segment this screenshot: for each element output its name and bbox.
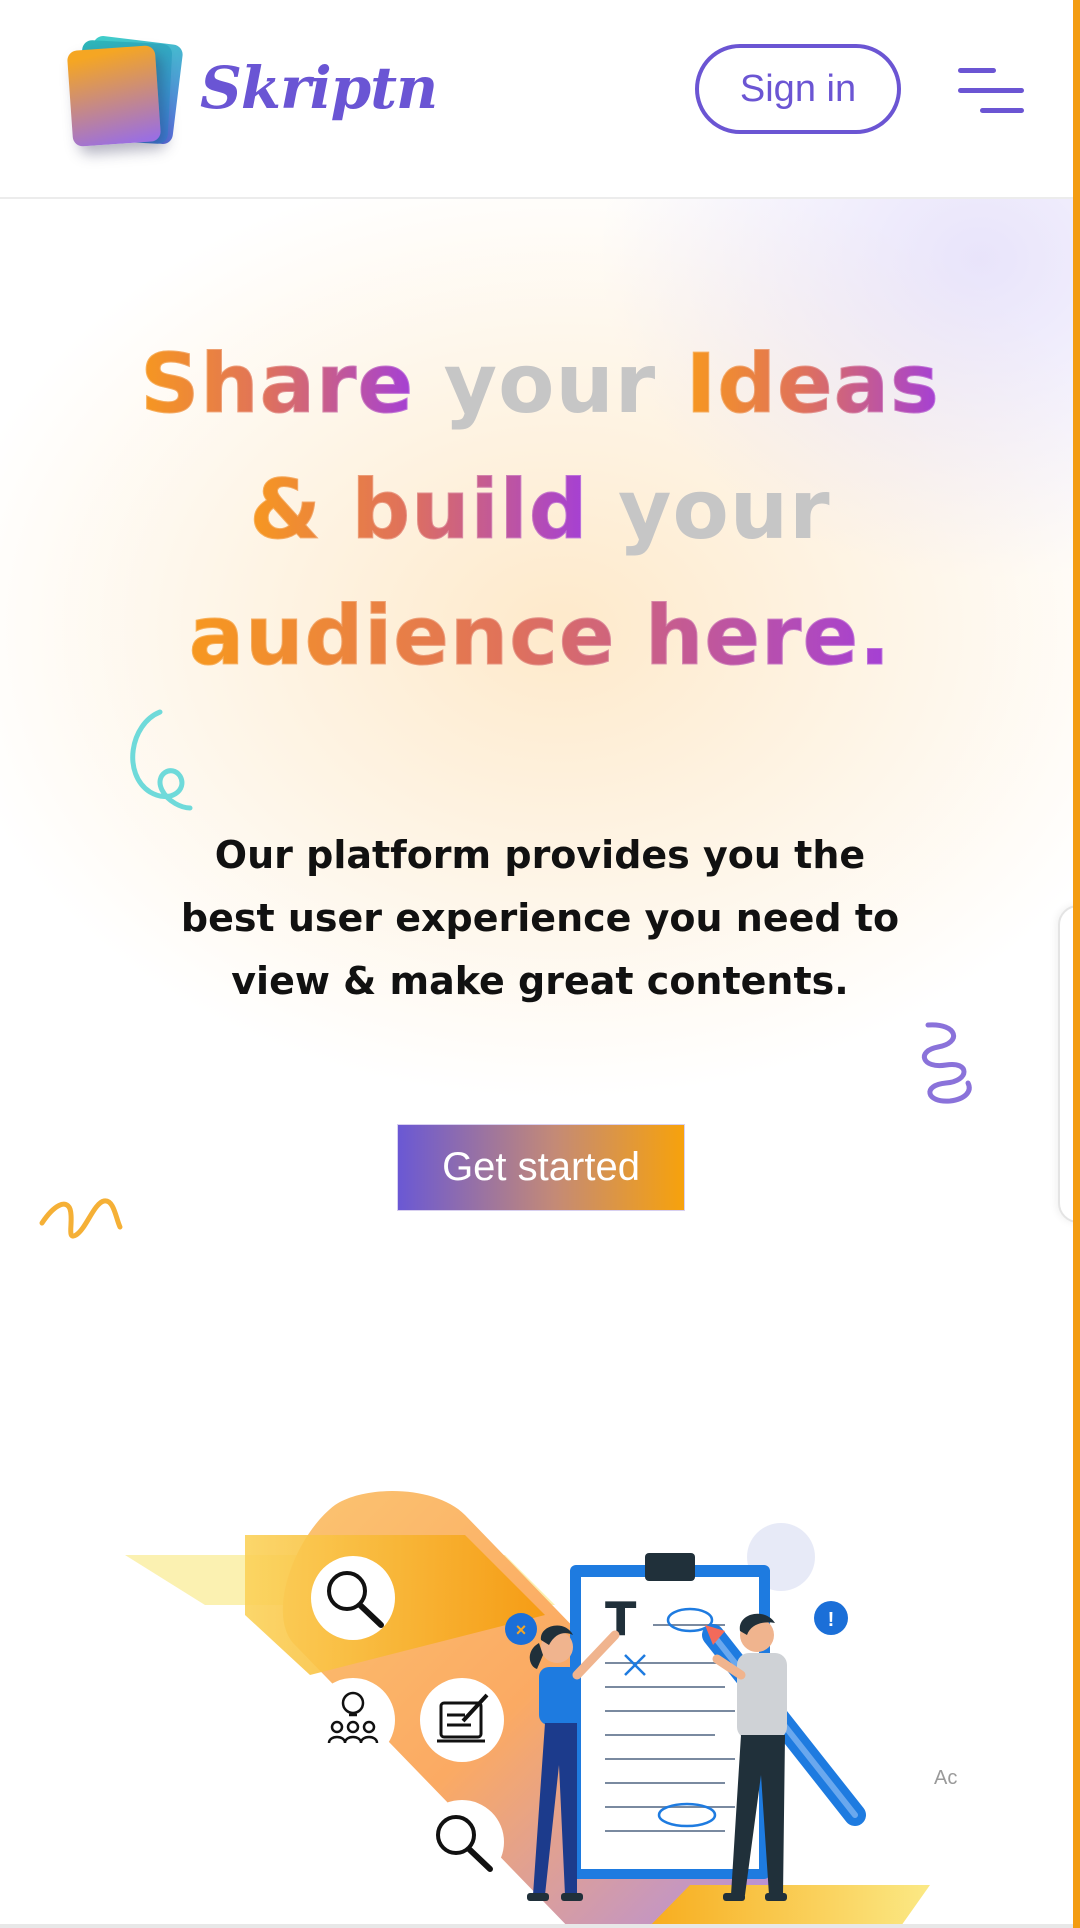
ad-marker: Ac [934, 1767, 958, 1789]
hero-description: Our platform provides you the best user … [180, 833, 900, 1003]
headline-word-build: & build [249, 463, 589, 559]
team-idea-icon-circle [311, 1678, 395, 1762]
headline-line-2: & build your [100, 448, 980, 574]
hamburger-menu-icon[interactable] [958, 66, 1024, 116]
edge-scroll-indicator [1073, 0, 1080, 1928]
headline-word-your-2: your [618, 463, 831, 558]
clipboard-clip [645, 1553, 695, 1581]
logo[interactable]: Skriptn [66, 34, 438, 147]
menu-bar-bottom [980, 108, 1024, 113]
top-nav-bar: Skriptn Sign in [0, 0, 1073, 199]
hero-illustration: ! × T [125, 1491, 930, 1928]
cyan-squiggle-decoration [130, 709, 193, 811]
bottom-divider [0, 1924, 1073, 1928]
get-started-button[interactable]: Get started [397, 1124, 685, 1211]
menu-bar-top [958, 68, 996, 73]
headline-line-3: audience here. [100, 574, 980, 700]
hero-section: Share your Ideas & build your audience h… [0, 199, 1073, 1928]
logo-cards-icon [66, 34, 188, 147]
alert-icon-mark: ! [828, 1609, 835, 1631]
menu-bar-middle [958, 88, 1024, 93]
headline-word-share: Share [140, 337, 415, 433]
headline-word-audience: audience here. [188, 589, 892, 685]
headline-line-1: Share your Ideas [100, 322, 980, 448]
hero-headline: Share your Ideas & build your audience h… [100, 322, 980, 700]
purple-spiral-decoration [921, 1022, 972, 1104]
page: Skriptn Sign in Share your Ideas & build… [0, 0, 1073, 1928]
headline-word-ideas: Ideas [685, 337, 940, 433]
close-icon-mark: × [516, 1620, 527, 1640]
logo-wordmark: Skriptn [200, 54, 438, 122]
sign-in-button[interactable]: Sign in [695, 44, 901, 134]
logo-card-front [66, 45, 162, 147]
orange-squiggle-decoration [39, 1198, 123, 1239]
headline-word-your: your [443, 337, 657, 432]
